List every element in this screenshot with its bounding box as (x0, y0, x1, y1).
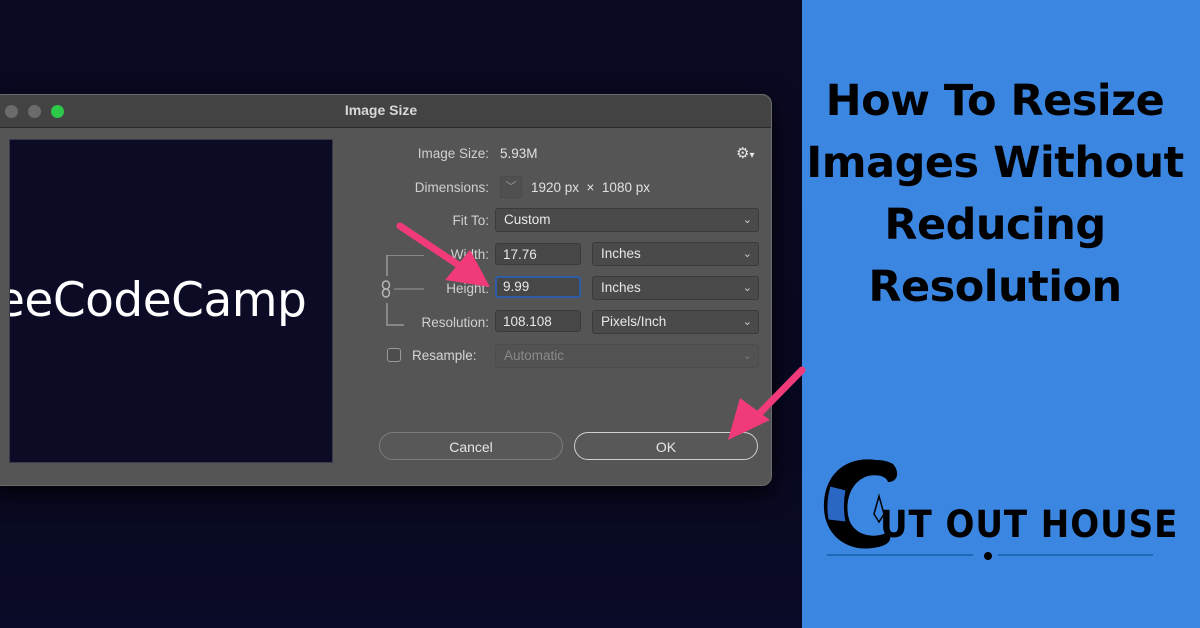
height-input[interactable]: 9.99 (495, 276, 581, 298)
logo-text: UT OUT HOUSE (880, 503, 1179, 546)
headline-line-1: How To Resize (825, 76, 1165, 126)
height-unit-value: Inches (601, 280, 641, 295)
chevron-down-icon: ⌄ (742, 316, 752, 328)
headline-line-4: Resolution (868, 262, 1122, 312)
resolution-input[interactable]: 108.108 (495, 310, 581, 332)
fit-to-label: Fit To: (452, 213, 489, 228)
gear-icon[interactable]: ⚙▾ (736, 144, 754, 162)
resolution-unit-select[interactable]: Pixels/Inch ⌄ (592, 310, 759, 334)
title-bar: Image Size (0, 95, 771, 128)
cancel-button[interactable]: Cancel (379, 432, 563, 460)
image-size-label: Image Size: (417, 146, 489, 161)
dimensions-label: Dimensions: (414, 180, 489, 195)
chevron-down-icon: ⌄ (742, 282, 752, 294)
dialog-title: Image Size (344, 102, 418, 118)
fit-to-select[interactable]: Custom ⌄ (495, 208, 759, 232)
width-unit-value: Inches (601, 246, 641, 261)
chevron-down-icon: ⌄ (742, 350, 752, 362)
resample-label: Resample: (412, 348, 477, 363)
width-input[interactable]: 17.76 (495, 243, 581, 265)
width-label: Width: (450, 247, 489, 262)
resample-method-select[interactable]: Automatic ⌄ (495, 344, 759, 368)
resample-checkbox[interactable] (387, 348, 401, 362)
resolution-unit-value: Pixels/Inch (601, 314, 667, 329)
preview-text: eeCodeCamp (9, 273, 307, 328)
width-unit-select[interactable]: Inches ⌄ (592, 242, 759, 266)
height-unit-select[interactable]: Inches ⌄ (592, 276, 759, 300)
headline-line-2: Images Without (806, 138, 1184, 188)
resolution-label: Resolution: (421, 315, 489, 330)
dimensions-unit-toggle[interactable]: ﹀ (500, 176, 522, 198)
chevron-down-icon: ﹀ (505, 181, 517, 193)
chevron-down-icon: ⌄ (742, 214, 752, 226)
ok-button[interactable]: OK (574, 432, 758, 460)
chevron-down-icon: ⌄ (742, 248, 752, 260)
image-size-value: 5.93M (500, 146, 538, 161)
fit-to-value: Custom (504, 212, 551, 227)
image-size-dialog: Image Size eeCodeCamp Image Size: 5.93M … (0, 94, 772, 486)
dimensions-value: 1920 px × 1080 px (531, 180, 650, 195)
height-label: Height: (446, 281, 489, 296)
image-preview[interactable]: eeCodeCamp (9, 139, 333, 463)
headline: How To Resize Images Without Reducing Re… (790, 70, 1200, 318)
resample-method-value: Automatic (504, 348, 565, 363)
headline-line-3: Reducing (884, 200, 1106, 250)
